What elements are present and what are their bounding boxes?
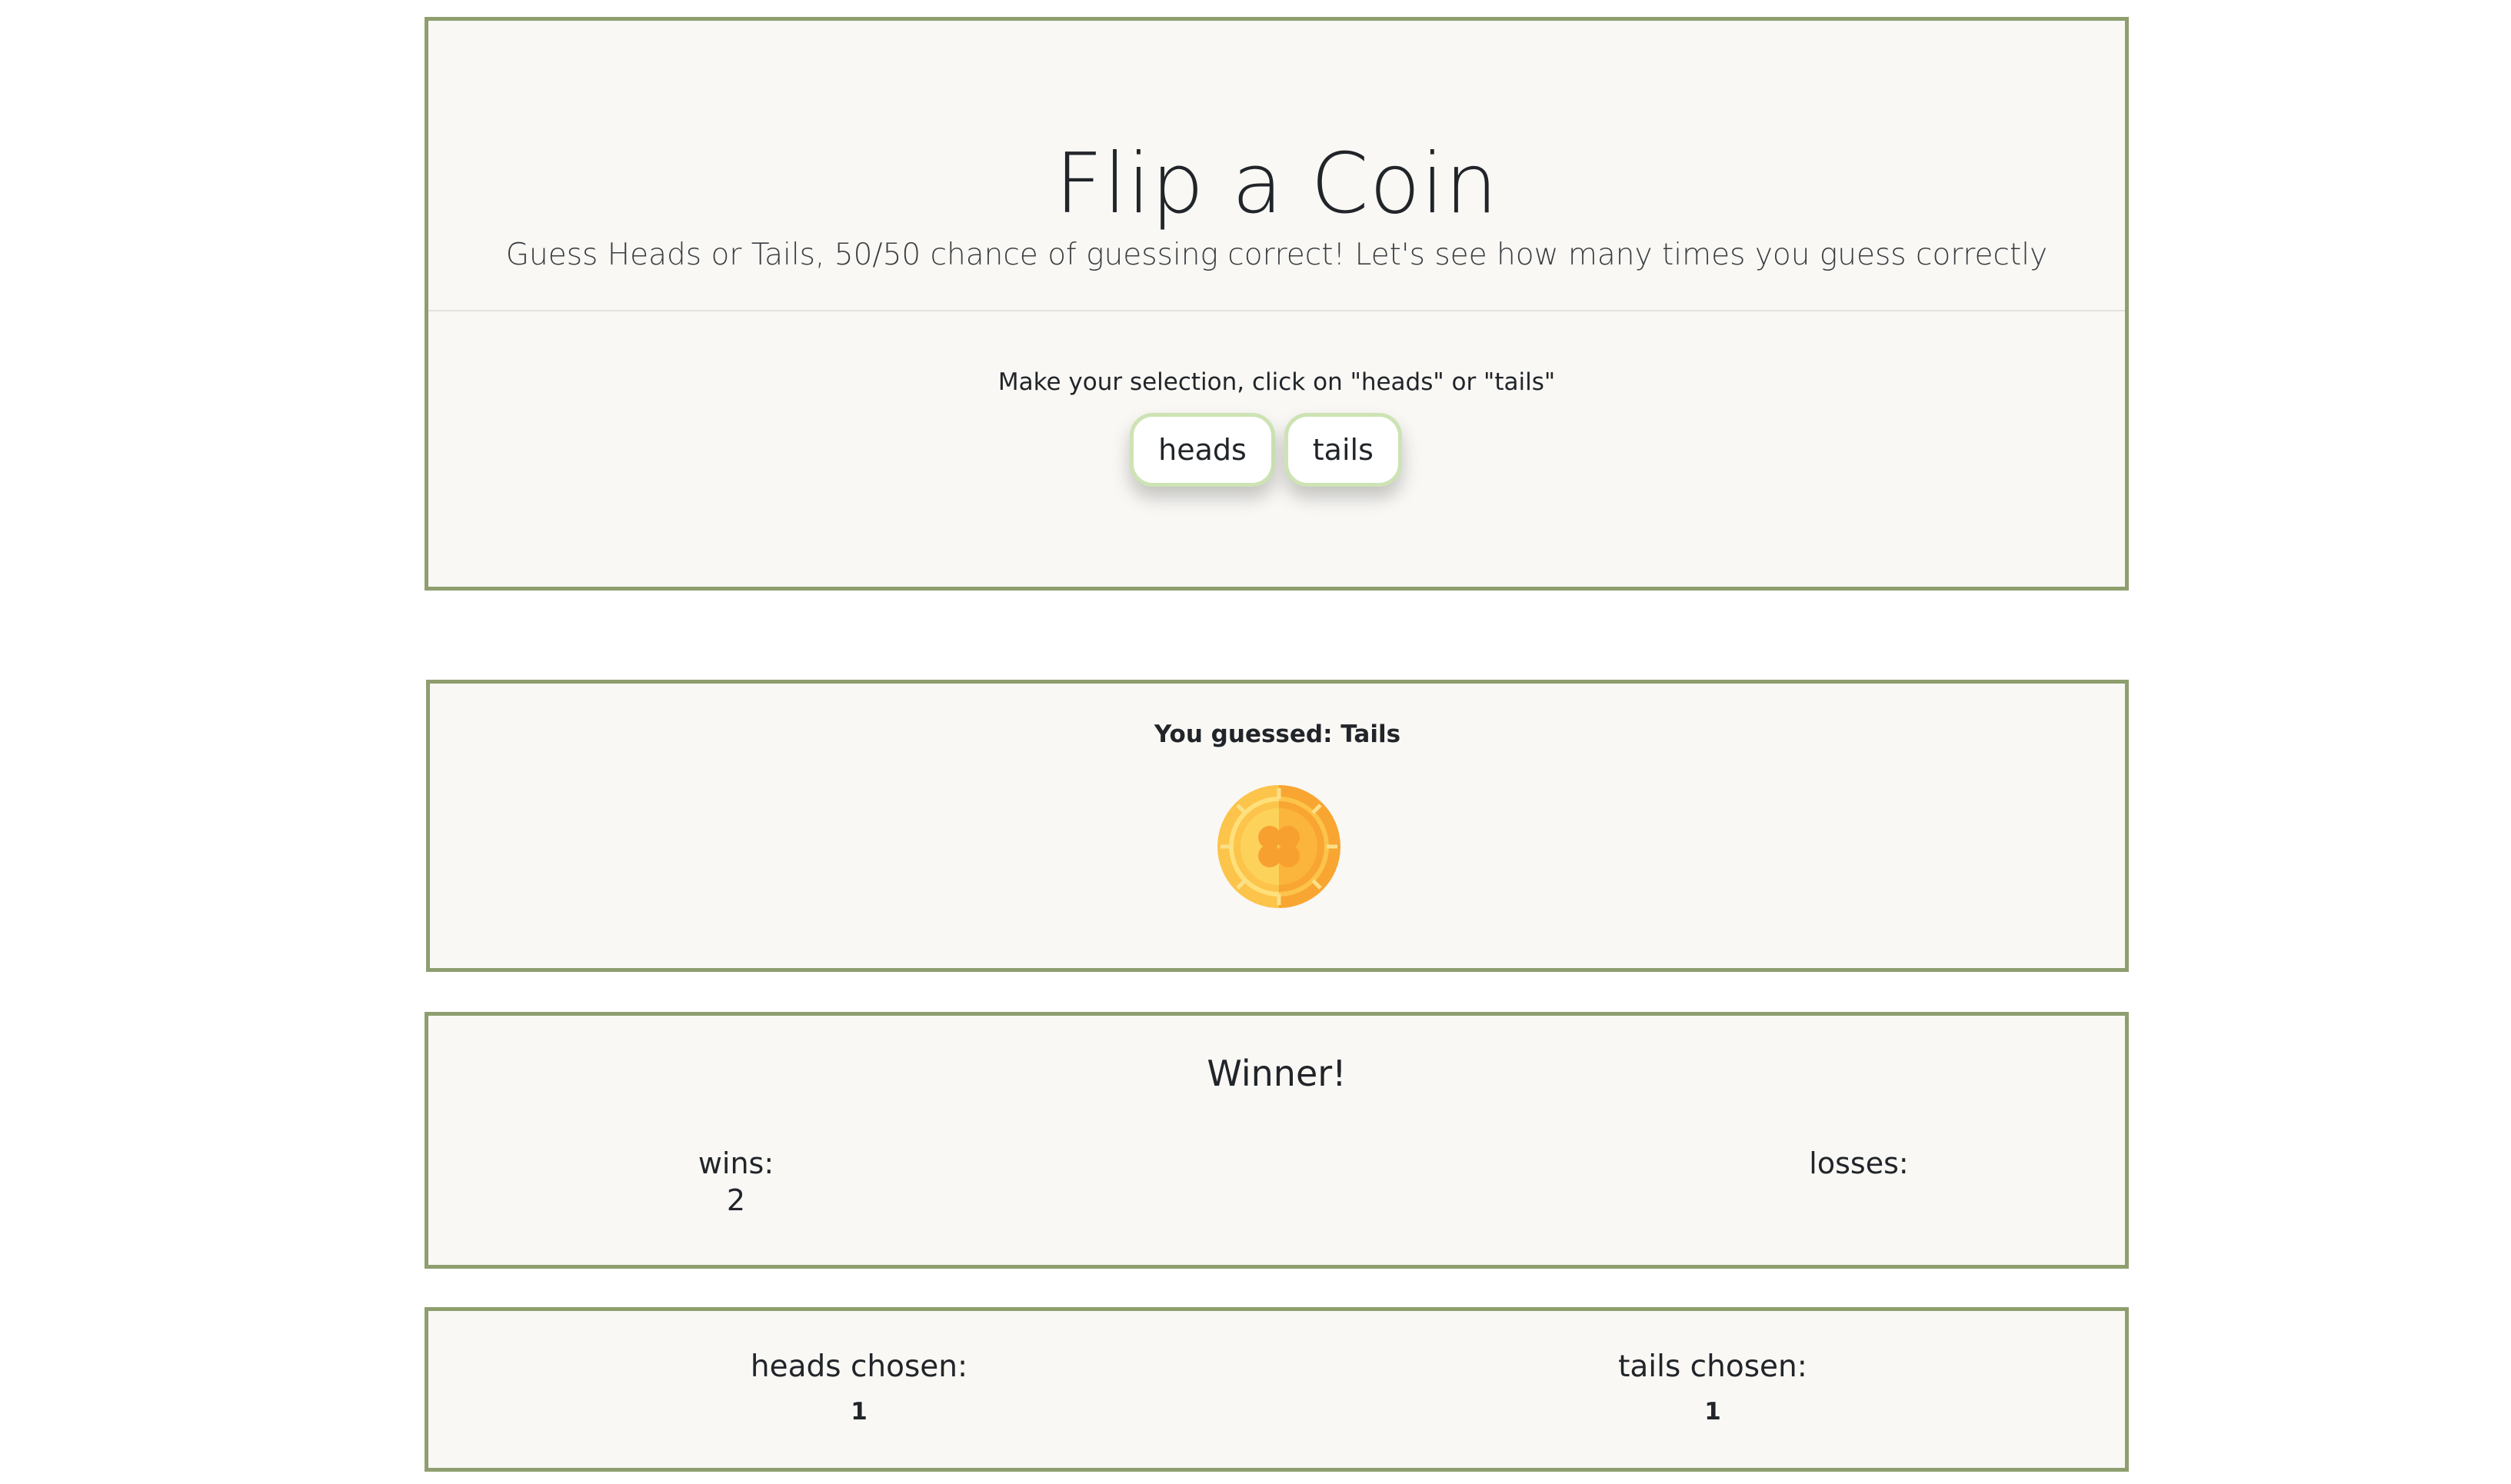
losses-label: losses: <box>1809 1146 1909 1180</box>
choice-button-row: heads tails <box>428 413 2125 487</box>
result-heading: Winner! <box>1207 1053 1347 1094</box>
losses-stat: losses: <box>1767 1146 1951 1183</box>
hero-panel: Flip a Coin Guess Heads or Tails, 50/50 … <box>425 17 2129 591</box>
heads-chosen-stat: heads chosen: 1 <box>721 1349 997 1426</box>
wins-label: wins: <box>698 1146 774 1180</box>
heads-chosen-label: heads chosen: <box>750 1349 968 1384</box>
guess-value: Tails <box>1340 720 1401 748</box>
heads-chosen-value: 1 <box>851 1398 868 1426</box>
result-panel: Winner! wins: 2 losses: <box>425 1012 2129 1269</box>
guess-line: You guessed: Tails <box>430 720 2125 748</box>
guess-prefix: You guessed: <box>1154 720 1333 748</box>
selection-instructions: Make your selection, click on "heads" or… <box>997 368 1556 396</box>
wins-value: 2 <box>726 1183 746 1217</box>
heads-button[interactable]: heads <box>1130 413 1275 487</box>
page-subtitle: Guess Heads or Tails, 50/50 chance of gu… <box>505 238 2048 272</box>
page-title: Flip a Coin <box>1054 136 1499 232</box>
choices-panel: heads chosen: 1 tails chosen: 1 <box>425 1307 2129 1472</box>
tails-chosen-value: 1 <box>1704 1398 1721 1426</box>
tails-chosen-label: tails chosen: <box>1618 1349 1807 1384</box>
hero-divider <box>428 310 2125 311</box>
guess-panel: You guessed: Tails <box>426 680 2129 972</box>
wins-stat: wins: 2 <box>659 1146 813 1217</box>
gold-clover-coin-icon <box>1217 785 1340 908</box>
tails-chosen-stat: tails chosen: 1 <box>1574 1349 1851 1426</box>
tails-button[interactable]: tails <box>1284 413 1402 487</box>
